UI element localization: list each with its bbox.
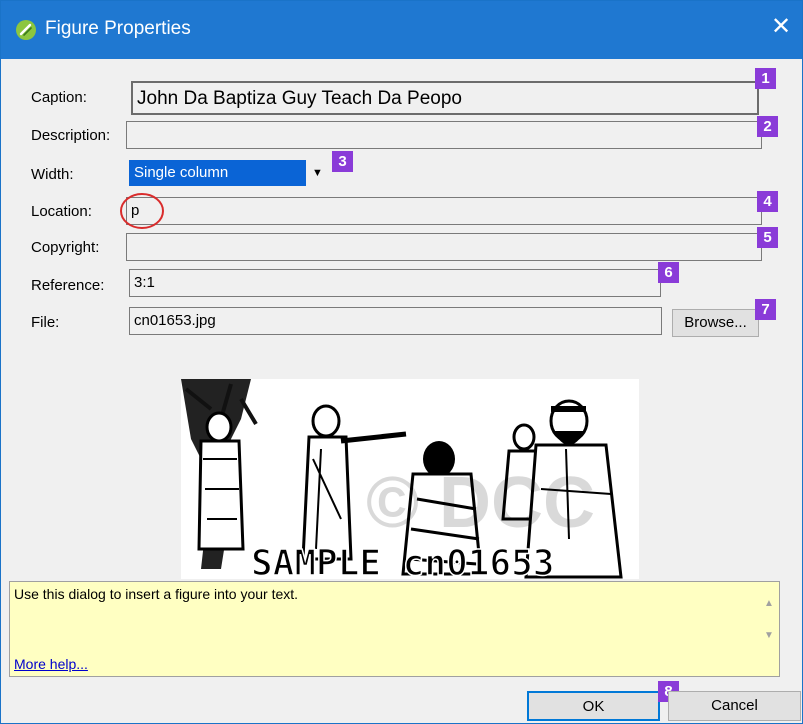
location-input[interactable]: p [126, 197, 762, 225]
caption-input[interactable]: John Da Baptiza Guy Teach Da Peopo [131, 81, 759, 115]
reference-label: Reference: [31, 277, 105, 294]
faint-watermark: © DCC [366, 463, 595, 543]
callout-badge-3: 3 [332, 151, 353, 172]
reference-input[interactable]: 3:1 [129, 269, 661, 297]
width-label: Width: [31, 166, 74, 183]
highlight-circle [120, 193, 164, 229]
clipart-illustration: © DCC SAMPLE cn01653 [181, 379, 623, 579]
callout-badge-7: 7 [755, 299, 776, 320]
callout-badge-4: 4 [757, 191, 778, 212]
help-text: Use this dialog to insert a figure into … [14, 586, 299, 602]
scroll-up-icon[interactable]: ▲ [764, 598, 774, 609]
title-bar: Figure Properties ✕ [1, 1, 802, 59]
copyright-input[interactable] [126, 233, 762, 261]
description-label: Description: [31, 127, 111, 144]
browse-button[interactable]: Browse... [672, 309, 759, 337]
figure-preview-image: © DCC SAMPLE cn01653 [181, 379, 639, 579]
close-icon[interactable]: ✕ [767, 13, 795, 41]
dropdown-arrow-icon[interactable]: ▼ [312, 167, 323, 179]
more-help-link[interactable]: More help... [14, 656, 88, 672]
callout-badge-2: 2 [757, 116, 778, 137]
copyright-label: Copyright: [31, 239, 100, 256]
cancel-button[interactable]: Cancel [668, 691, 801, 721]
file-input[interactable]: cn01653.jpg [129, 307, 662, 335]
file-label: File: [31, 314, 60, 331]
description-input[interactable] [126, 121, 762, 149]
figure-properties-dialog: Figure Properties ✕ Caption: John Da Bap… [0, 0, 803, 724]
sample-watermark: SAMPLE cn01653 [251, 543, 554, 579]
width-select[interactable]: Single column [129, 160, 306, 186]
scroll-down-icon[interactable]: ▼ [764, 630, 774, 641]
ok-button[interactable]: OK [527, 691, 660, 721]
help-panel: Use this dialog to insert a figure into … [9, 581, 780, 677]
callout-badge-5: 5 [757, 227, 778, 248]
callout-badge-6: 6 [658, 262, 679, 283]
app-logo-icon [16, 20, 36, 40]
callout-badge-1: 1 [755, 68, 776, 89]
caption-label: Caption: [31, 89, 87, 106]
help-scrollbar[interactable]: ▲ ▼ [759, 582, 779, 676]
location-label: Location: [31, 203, 92, 220]
window-title: Figure Properties [45, 18, 191, 39]
